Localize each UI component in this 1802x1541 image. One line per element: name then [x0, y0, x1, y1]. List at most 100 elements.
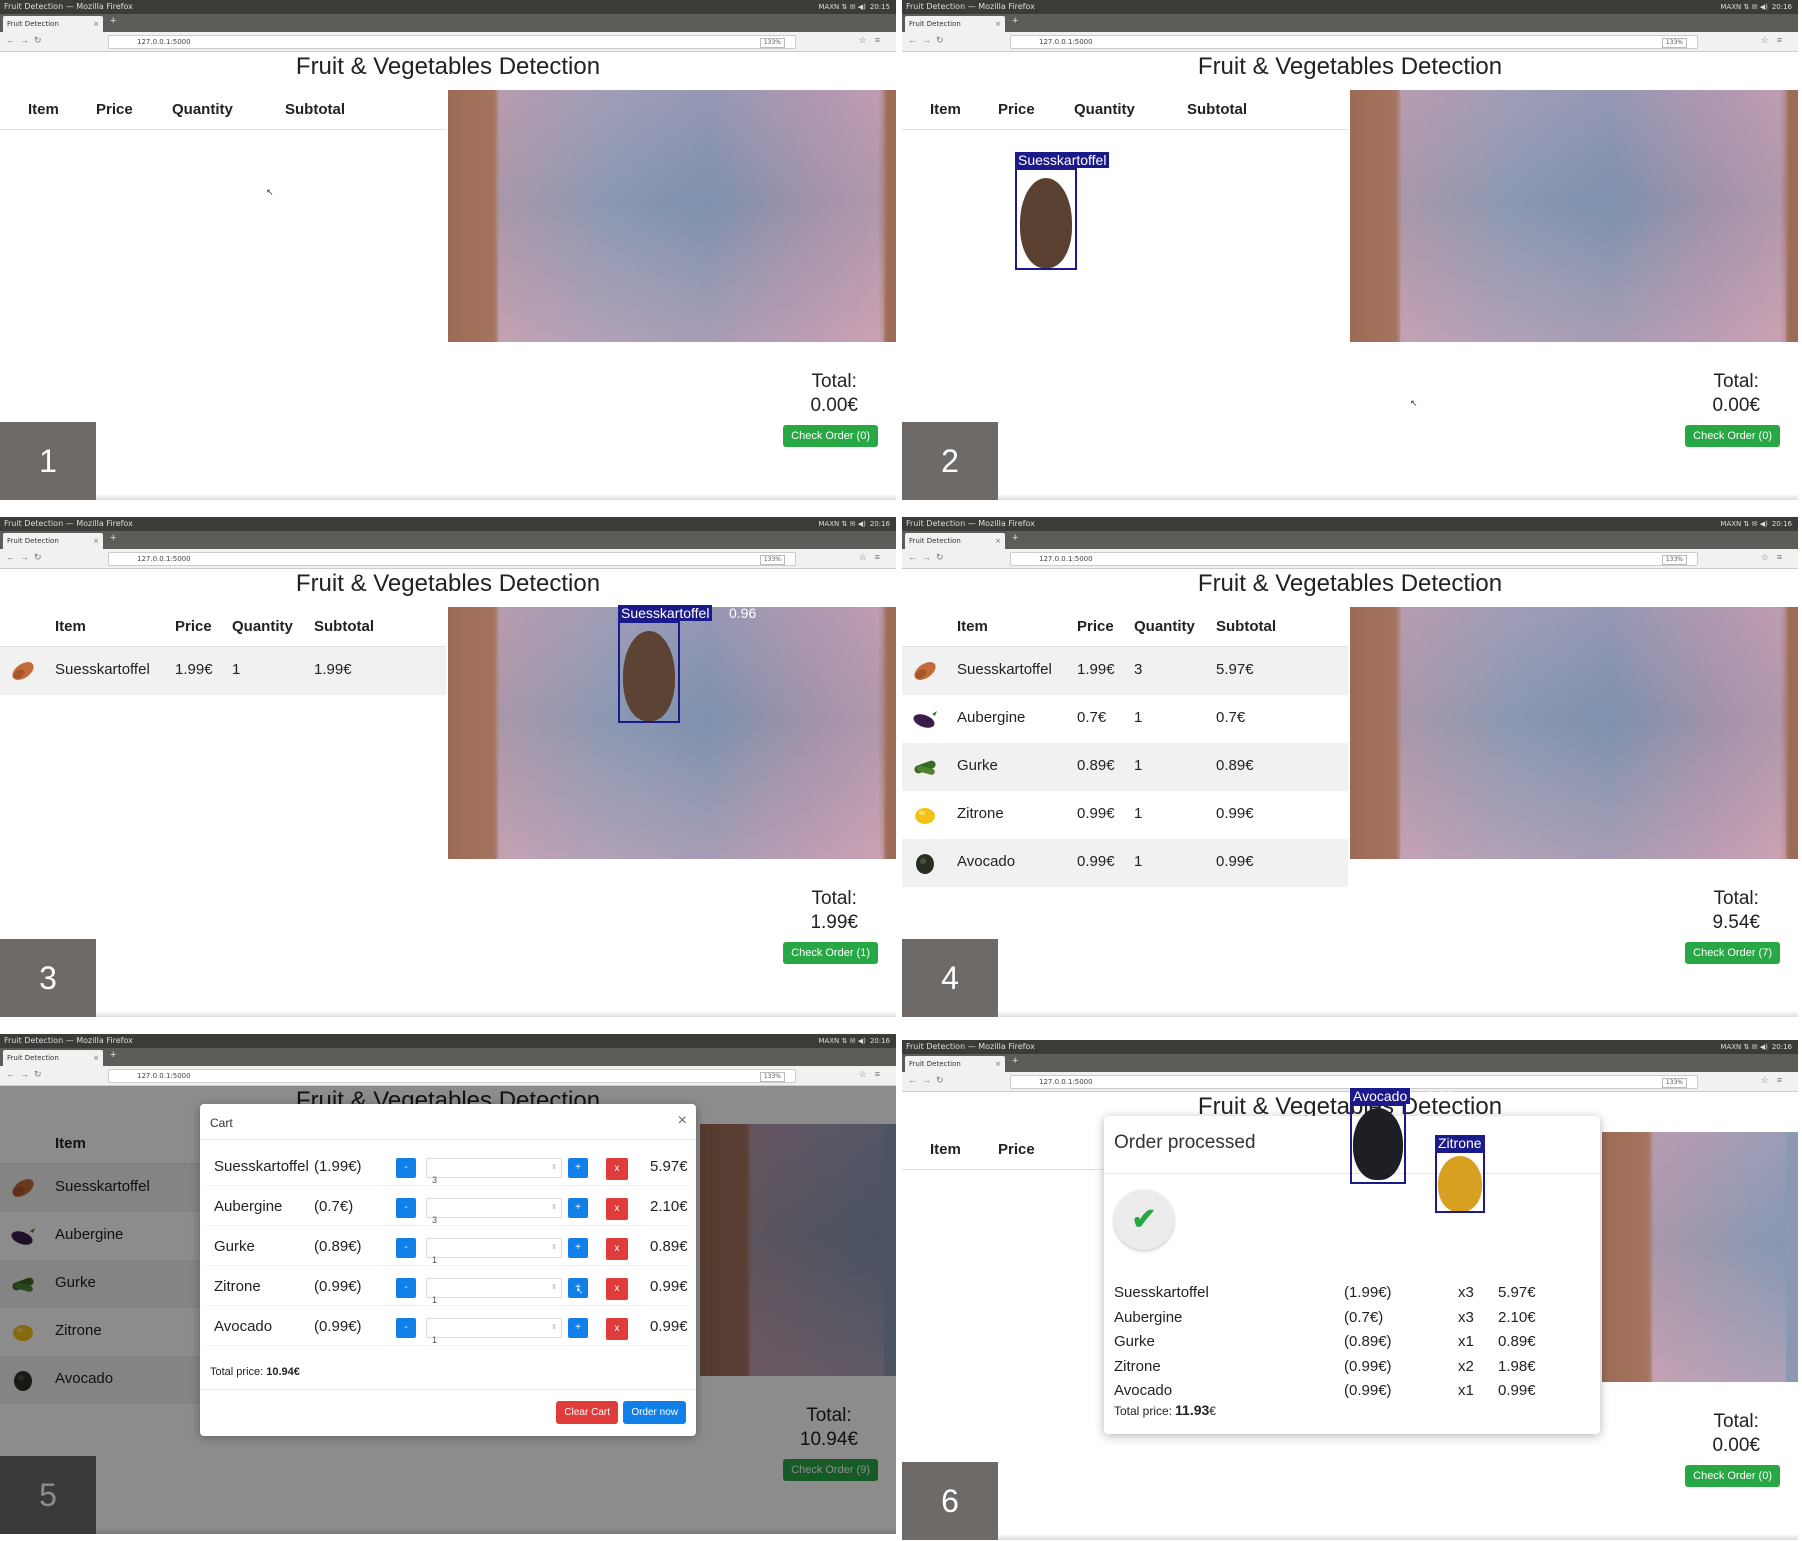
decrease-quantity-button[interactable]: - [396, 1318, 416, 1338]
new-tab-icon[interactable]: + [110, 532, 116, 544]
new-tab-icon[interactable]: + [110, 15, 116, 27]
url-bar[interactable]: 127.0.0.1:5000 133% [108, 1069, 796, 1083]
check-order-button[interactable]: Check Order (0) [1685, 1465, 1780, 1487]
menu-icons[interactable]: ☆≡ [859, 1069, 888, 1080]
remove-item-button[interactable]: x [606, 1238, 628, 1260]
check-order-button[interactable]: Check Order (1) [783, 942, 878, 964]
increase-quantity-button[interactable]: + [568, 1198, 588, 1218]
order-now-button[interactable]: Order now [623, 1401, 686, 1424]
decrease-quantity-button[interactable]: - [396, 1238, 416, 1258]
back-forward-reload-icons[interactable]: ←→↻ [908, 35, 949, 46]
back-forward-reload-icons[interactable]: ←→↻ [6, 35, 47, 46]
total-price-currency: € [1209, 1404, 1216, 1418]
increase-quantity-button[interactable]: + [568, 1158, 588, 1178]
cart-item-subtotal: 0.99€ [650, 1278, 688, 1295]
menu-icons[interactable]: ☆≡ [1761, 552, 1790, 563]
detection-score: 0.96 [729, 605, 757, 621]
quantity-input[interactable]: 1 ⇕ [426, 1238, 562, 1265]
quantity-input[interactable]: 3 ⇕ [426, 1198, 562, 1225]
zoom-level[interactable]: 133% [759, 38, 785, 48]
browser-tab[interactable]: Fruit Detection × [905, 533, 1005, 549]
detection-label: Zitrone [1435, 1135, 1485, 1151]
screenshot-panel-3: Fruit Detection — Mozilla Firefox MAXN ⇅ … [0, 517, 896, 1017]
cell-price: 0.7€ [1077, 709, 1107, 726]
check-order-button[interactable]: Check Order (0) [783, 425, 878, 447]
menu-icons[interactable]: ☆≡ [1761, 1075, 1790, 1086]
menu-icons[interactable]: ☆≡ [859, 552, 888, 563]
tab-title: Fruit Detection [909, 1060, 961, 1068]
page-title: Fruit & Vegetables Detection [1197, 53, 1503, 80]
column-subtotal-header: Subtotal [1187, 101, 1247, 118]
menu-icons[interactable]: ☆≡ [859, 35, 888, 46]
spinner-icon[interactable]: ⇕ [551, 1159, 557, 1177]
window-title: Fruit Detection — Mozilla Firefox [4, 2, 133, 11]
zoom-level[interactable]: 133% [1661, 555, 1687, 565]
back-forward-reload-icons[interactable]: ←→↻ [6, 552, 47, 563]
order-price: (0.89€) [1344, 1333, 1392, 1350]
new-tab-icon[interactable]: + [1012, 1055, 1018, 1067]
remove-item-button[interactable]: x [606, 1318, 628, 1340]
back-forward-reload-icons[interactable]: ←→↻ [908, 552, 949, 563]
close-icon[interactable]: × [678, 1112, 687, 1130]
close-tab-icon[interactable]: × [995, 1056, 1001, 1072]
cart-table: Item Price Quantity Subtotal Suesskartoffel 1… [0, 607, 446, 695]
check-order-button[interactable]: Check Order (0) [1685, 425, 1780, 447]
close-tab-icon[interactable]: × [93, 16, 99, 32]
window-title: Fruit Detection — Mozilla Firefox [4, 519, 133, 528]
zoom-level[interactable]: 133% [759, 555, 785, 565]
zoom-level[interactable]: 133% [1661, 1078, 1687, 1088]
check-order-button[interactable]: Check Order (7) [1685, 942, 1780, 964]
spinner-icon[interactable]: ⇕ [551, 1279, 557, 1297]
new-tab-icon[interactable]: + [1012, 15, 1018, 27]
back-forward-reload-icons[interactable]: ←→↻ [6, 1069, 47, 1080]
url-bar[interactable]: 127.0.0.1:5000 133% [108, 552, 796, 566]
back-forward-reload-icons[interactable]: ←→↻ [908, 1075, 949, 1086]
increase-quantity-button[interactable]: + [568, 1318, 588, 1338]
browser-tab[interactable]: Fruit Detection × [3, 16, 103, 32]
avocado-icon [910, 849, 940, 877]
menu-icons[interactable]: ☆≡ [1761, 35, 1790, 46]
url-bar[interactable]: 127.0.0.1:5000 133% [1010, 35, 1698, 49]
tab-bar: Fruit Detection × + [902, 14, 1798, 32]
quantity-input[interactable]: 1 ⇕ [426, 1318, 562, 1345]
total-price-label: Total price: [210, 1366, 264, 1378]
spinner-icon[interactable]: ⇕ [551, 1239, 557, 1257]
browser-tab[interactable]: Fruit Detection × [905, 1056, 1005, 1072]
camera-haze [498, 90, 884, 342]
browser-tab[interactable]: Fruit Detection × [3, 1050, 103, 1066]
zoom-level[interactable]: 133% [759, 1072, 785, 1082]
close-tab-icon[interactable]: × [995, 16, 1001, 32]
url-bar[interactable]: 127.0.0.1:5000 133% [108, 35, 796, 49]
cell-subtotal: 0.89€ [1216, 757, 1254, 774]
panel-divider [902, 1011, 1798, 1017]
url-bar[interactable]: 127.0.0.1:5000 133% [1010, 552, 1698, 566]
cell-item: Suesskartoffel [957, 661, 1052, 678]
order-subtotal: 0.99€ [1498, 1382, 1536, 1399]
column-item-header: Item [28, 101, 59, 118]
remove-item-button[interactable]: x [606, 1198, 628, 1220]
remove-item-button[interactable]: x [606, 1158, 628, 1180]
increase-quantity-button[interactable]: + [568, 1238, 588, 1258]
quantity-input[interactable]: 3 ⇕ [426, 1158, 562, 1185]
zoom-level[interactable]: 133% [1661, 38, 1687, 48]
browser-tab[interactable]: Fruit Detection × [905, 16, 1005, 32]
total-display: Total: 1.99€ [810, 887, 858, 935]
quantity-input[interactable]: 1 ⇕ [426, 1278, 562, 1305]
total-value: 1.99€ [810, 912, 858, 933]
new-tab-icon[interactable]: + [1012, 532, 1018, 544]
remove-item-button[interactable]: x [606, 1278, 628, 1300]
new-tab-icon[interactable]: + [110, 1049, 116, 1061]
decrease-quantity-button[interactable]: - [396, 1158, 416, 1178]
spinner-icon[interactable]: ⇕ [551, 1319, 557, 1337]
order-qty: x3 [1458, 1308, 1474, 1326]
close-tab-icon[interactable]: × [93, 1050, 99, 1066]
decrease-quantity-button[interactable]: - [396, 1198, 416, 1218]
tab-title: Fruit Detection [7, 1054, 59, 1062]
close-tab-icon[interactable]: × [995, 533, 1001, 549]
url-bar[interactable]: 127.0.0.1:5000 133% [1010, 1075, 1698, 1089]
spinner-icon[interactable]: ⇕ [551, 1199, 557, 1217]
browser-tab[interactable]: Fruit Detection × [3, 533, 103, 549]
decrease-quantity-button[interactable]: - [396, 1278, 416, 1298]
close-tab-icon[interactable]: × [93, 533, 99, 549]
clear-cart-button[interactable]: Clear Cart [556, 1401, 618, 1424]
